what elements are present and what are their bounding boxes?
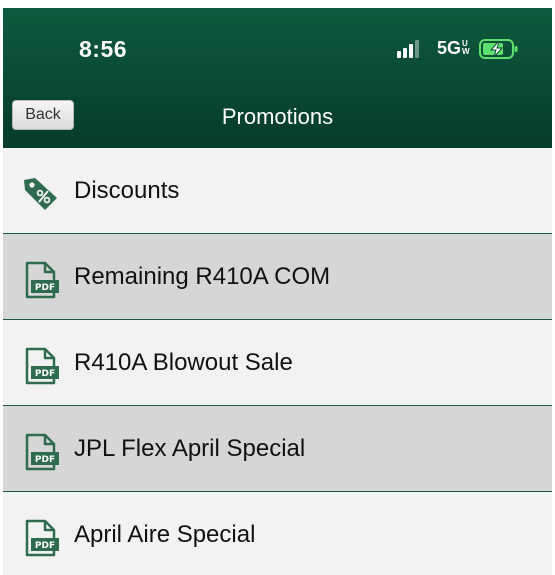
list-item-label: April Aire Special — [74, 521, 256, 548]
network-suffix: UW — [462, 39, 470, 56]
pdf-icon: PDF — [25, 261, 59, 299]
list-item-april-aire-special[interactable]: PDF April Aire Special — [3, 492, 552, 575]
network-indicator: 5GUW — [437, 38, 470, 59]
status-bar: 8:56 5GUW — [3, 8, 552, 88]
pdf-icon: PDF — [25, 433, 59, 471]
svg-text:PDF: PDF — [35, 283, 55, 293]
app-screen: 8:56 5GUW Back Promotions Discounts PDF … — [3, 8, 552, 575]
navigation-bar: Back Promotions — [3, 88, 552, 148]
battery-charging-icon — [479, 39, 518, 59]
list-item-discounts[interactable]: Discounts — [3, 148, 552, 234]
discount-tag-icon — [24, 178, 57, 210]
svg-text:PDF: PDF — [35, 369, 55, 379]
promotions-list: Discounts PDF Remaining R410A COM PDF R4… — [3, 148, 552, 575]
cellular-signal-icon — [397, 40, 419, 58]
list-item-remaining-r410a-com[interactable]: PDF Remaining R410A COM — [3, 234, 552, 320]
svg-text:PDF: PDF — [35, 541, 55, 551]
list-item-label: Discounts — [74, 177, 180, 204]
list-item-label: R410A Blowout Sale — [74, 349, 293, 376]
header: 8:56 5GUW Back Promotions — [3, 8, 552, 148]
network-type: 5G — [437, 38, 462, 58]
pdf-icon: PDF — [25, 519, 59, 557]
list-item-label: Remaining R410A COM — [74, 263, 331, 290]
list-item-label: JPL Flex April Special — [74, 435, 306, 462]
page-title: Promotions — [221, 104, 334, 129]
pdf-icon: PDF — [25, 347, 59, 385]
svg-text:PDF: PDF — [35, 455, 55, 465]
list-item-jpl-flex-april-special[interactable]: PDF JPL Flex April Special — [3, 406, 552, 492]
list-item-r410a-blowout-sale[interactable]: PDF R410A Blowout Sale — [3, 320, 552, 406]
status-time: 8:56 — [79, 36, 128, 62]
